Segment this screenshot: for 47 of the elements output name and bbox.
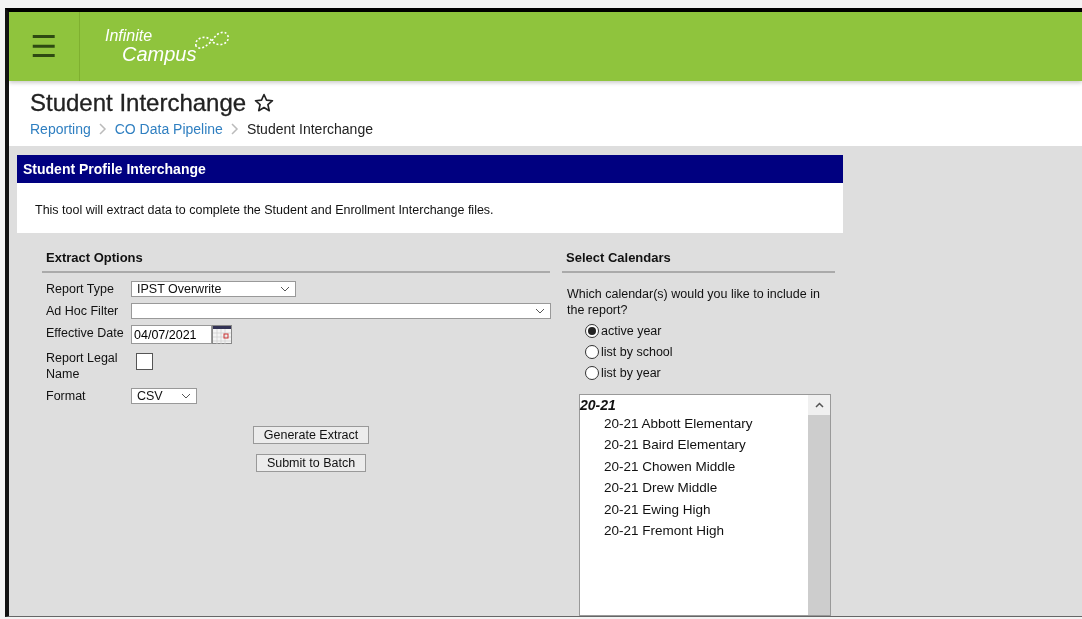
scroll-up-icon[interactable] (814, 402, 824, 408)
scrollbar[interactable] (808, 395, 830, 615)
field-label: Ad Hoc Filter (46, 303, 120, 319)
list-item[interactable]: 20-21 Drew Middle (580, 477, 808, 499)
radio-label[interactable]: list by year (601, 366, 661, 380)
description-text: This tool will extract data to complete the Student and Enrollment Interchange files. (17, 183, 843, 233)
menu-button[interactable]: ☰ (9, 12, 80, 81)
dropdown-field[interactable]: IPST Overwrite (131, 281, 296, 297)
radio-label[interactable]: list by school (601, 345, 673, 359)
checkbox[interactable] (136, 353, 153, 370)
breadcrumb-link[interactable]: Reporting (30, 120, 91, 137)
page-title: Student Interchange (30, 88, 247, 117)
radio-button[interactable] (585, 324, 599, 338)
list-item[interactable]: 20-21 Fremont High (580, 520, 808, 542)
panel-title-bar: Student Profile Interchange (17, 155, 843, 183)
calendar-icon[interactable] (212, 325, 232, 344)
caret-icon (535, 308, 545, 314)
caret-icon (181, 393, 191, 399)
breadcrumb-link[interactable]: CO Data Pipeline (114, 120, 223, 137)
date-field[interactable]: 04/07/2021 (131, 325, 212, 344)
question-text: Which calendar(s) would you like to include in the report? (566, 286, 821, 318)
section-heading: Select Calendars (562, 233, 835, 273)
dropdown-field[interactable]: CSV (131, 388, 197, 404)
list-item[interactable]: 20-21 Ewing High (580, 498, 808, 521)
generate-button[interactable]: Generate Extract (252, 426, 370, 444)
radio-label[interactable]: active year (601, 324, 662, 338)
section-heading: Extract Options (42, 233, 550, 273)
breadcrumb-current: Student Interchange (246, 120, 373, 137)
field-label: Report Type (46, 281, 115, 297)
list-item[interactable]: 20-21 Baird Elementary (580, 434, 808, 456)
radio-button[interactable] (585, 345, 599, 359)
chevron-icon (230, 122, 239, 135)
favorite-star-icon[interactable] (254, 92, 275, 113)
field-label: Report Legal Name (46, 350, 119, 382)
logo-text: Campus (122, 44, 197, 65)
chevron-icon (98, 122, 107, 135)
list-item[interactable]: 20-21 Chowen Middle (580, 455, 808, 478)
caret-icon (280, 286, 290, 292)
submit-button[interactable]: Submit to Batch (255, 454, 367, 472)
list-item[interactable]: 20-21 Abbott Elementary (580, 413, 808, 435)
radio-button[interactable] (585, 366, 599, 380)
field-label: Format (46, 388, 87, 404)
field-label: Effective Date (46, 325, 125, 341)
group-label: 20-21 (580, 397, 617, 413)
calendar-listbox[interactable]: 20-21 20-21 Abbott Elementary 20-21 Baird Elementary 20-21 Chowen Middle 20-21 Drew Middle 20-21 Ewing High 20-21 Fremont High (579, 394, 831, 616)
logo-text: Infinite (105, 28, 154, 45)
dropdown-field[interactable] (131, 303, 551, 319)
